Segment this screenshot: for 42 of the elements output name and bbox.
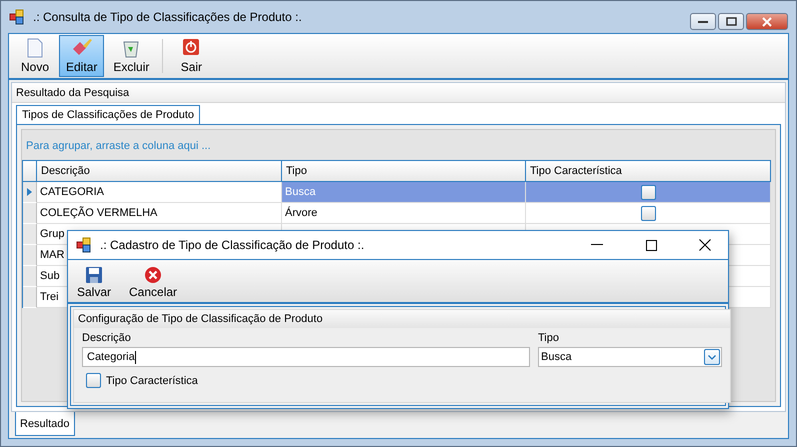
close-icon	[699, 239, 711, 251]
power-icon	[182, 38, 200, 56]
restore-icon	[726, 17, 736, 26]
chevron-down-icon	[708, 354, 716, 360]
checkbox[interactable]	[640, 206, 656, 220]
checkbox-label: Tipo Característica	[106, 374, 198, 386]
table-cell: CATEGORIA	[37, 182, 282, 203]
tab[interactable]: Resultado	[15, 412, 75, 436]
restore-button[interactable]	[718, 13, 744, 30]
checkbox[interactable]	[86, 373, 101, 388]
tab[interactable]: Tipos de Classificações de Produto	[16, 105, 200, 124]
toolbar-button[interactable]: Excluir	[106, 35, 156, 77]
column-header[interactable]: Descrição	[37, 161, 282, 182]
app-icon	[9, 9, 25, 25]
toolbar-button[interactable]: Sair	[169, 35, 214, 77]
column-header[interactable]: Tipo Característica	[526, 161, 771, 182]
panel-title: Resultado da Pesquisa	[16, 86, 130, 98]
table-cell: Busca	[282, 182, 526, 203]
row-header[interactable]	[23, 182, 37, 203]
input-field[interactable]: Categoria	[82, 347, 530, 367]
maximize-icon	[646, 240, 656, 250]
app-icon	[76, 237, 92, 253]
field-label: Tipo	[538, 332, 560, 344]
checkbox[interactable]	[640, 184, 656, 200]
cancel-icon	[144, 266, 162, 284]
window-title: .: Consulta de Tipo de Classificações de Produto :.	[33, 10, 302, 24]
toolbar-button[interactable]: Editar	[59, 35, 104, 77]
eraser-icon	[70, 38, 93, 58]
toolbar-button[interactable]: Novo	[13, 35, 57, 77]
minimize-icon	[698, 20, 708, 24]
field-label: Descrição	[82, 332, 132, 344]
document-icon	[27, 38, 43, 58]
table-cell: Árvore	[282, 203, 526, 224]
minimize-button[interactable]	[690, 13, 716, 30]
row-pointer-icon	[27, 188, 32, 196]
table-cell: COLEÇÃO VERMELHA	[37, 203, 282, 224]
group-title: Configuração de Tipo de Classificação de Produto	[74, 310, 730, 328]
column-header[interactable]: Tipo	[282, 161, 526, 182]
close-icon	[762, 16, 772, 26]
minimize-icon	[591, 244, 603, 246]
group-by-hint: Para agrupar, arraste a coluna aqui ...	[25, 139, 212, 154]
dropdown[interactable]: Busca	[538, 347, 722, 367]
